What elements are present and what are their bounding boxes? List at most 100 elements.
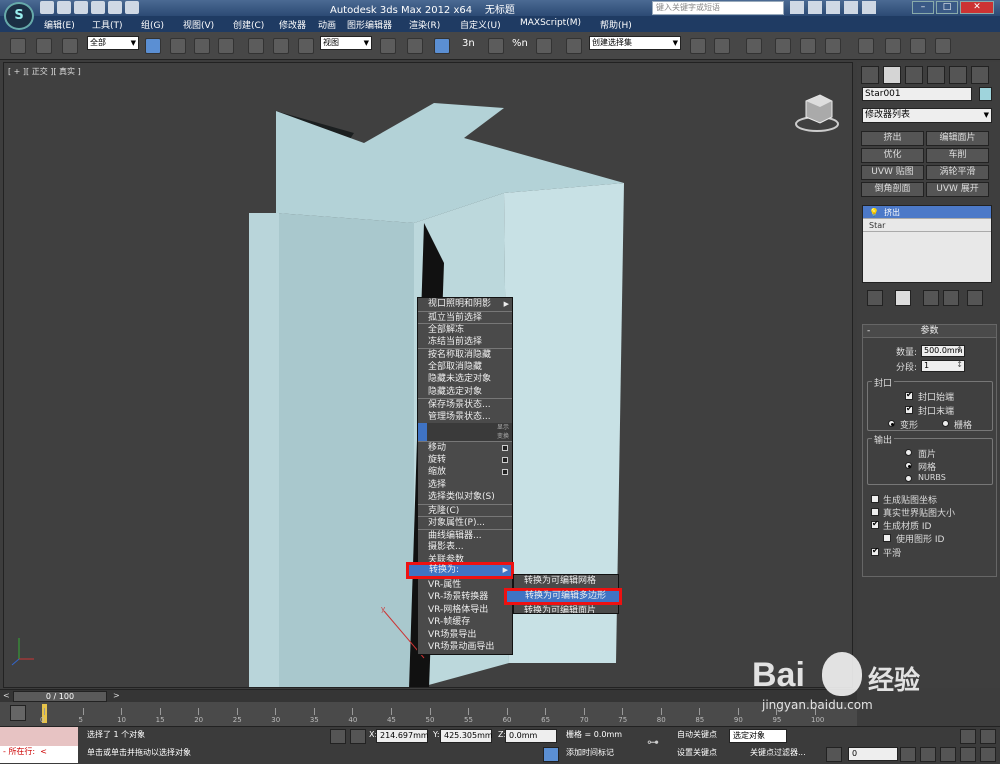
pin-stack-icon[interactable] bbox=[867, 290, 883, 306]
smooth-checkbox[interactable] bbox=[871, 546, 879, 556]
add-time-tag-button[interactable]: 添加时间标记 bbox=[563, 747, 638, 761]
menu-modifiers[interactable]: 修改器 bbox=[279, 18, 306, 31]
gen-map-coords-checkbox[interactable] bbox=[871, 495, 879, 503]
material-editor-icon[interactable] bbox=[858, 38, 874, 54]
search-icon[interactable] bbox=[790, 1, 804, 14]
pan-view-icon[interactable] bbox=[940, 747, 956, 762]
graphite-ribbon-icon[interactable] bbox=[775, 38, 791, 54]
make-unique-icon[interactable] bbox=[923, 290, 939, 306]
quick-access-dropdown-icon[interactable] bbox=[125, 1, 139, 14]
remove-modifier-icon[interactable] bbox=[943, 290, 959, 306]
object-name-field[interactable]: Star001 bbox=[862, 87, 972, 101]
key-filters-button[interactable]: 关键点过滤器... bbox=[747, 747, 822, 761]
motion-tab-icon[interactable] bbox=[927, 66, 945, 84]
zoom-extents-all-icon[interactable] bbox=[980, 729, 996, 744]
mirror-icon[interactable] bbox=[690, 38, 706, 54]
display-tab-icon[interactable] bbox=[949, 66, 967, 84]
submenu-item-editable-poly[interactable]: 转换为可编辑多边形 bbox=[504, 587, 622, 605]
show-end-result-icon[interactable] bbox=[895, 290, 911, 306]
search-input[interactable]: 键入关键字或短语 bbox=[652, 1, 784, 15]
layer-manager-icon[interactable] bbox=[746, 38, 762, 54]
utilities-tab-icon[interactable] bbox=[971, 66, 989, 84]
x-coordinate-field[interactable]: 214.697mm bbox=[376, 729, 429, 743]
y-coordinate-field[interactable]: 425.305mm bbox=[440, 729, 493, 743]
z-coordinate-field[interactable]: 0.0mm bbox=[505, 729, 557, 743]
selection-filter-dropdown[interactable]: 全部 bbox=[87, 36, 139, 50]
time-slider[interactable]: < 0 / 100 > bbox=[0, 689, 857, 702]
output-nurbs-radio[interactable] bbox=[905, 475, 912, 482]
output-patch-radio[interactable] bbox=[905, 449, 912, 456]
modifier-list-dropdown[interactable]: 修改器列表 bbox=[862, 108, 992, 123]
bulb-icon[interactable]: 💡 bbox=[869, 208, 879, 217]
stack-item-star[interactable]: Star bbox=[863, 219, 991, 232]
menu-item-unhide-all[interactable]: 全部取消隐藏 bbox=[418, 361, 512, 374]
menu-item-vr-scene-converter[interactable]: VR-场景转换器 bbox=[418, 591, 512, 604]
selected-object-dropdown[interactable]: 选定对象 bbox=[729, 729, 787, 743]
menu-item-hide-unselected[interactable]: 隐藏未选定对象 bbox=[418, 373, 512, 386]
frame-counter[interactable]: 0 / 100 bbox=[13, 691, 107, 702]
reference-coord-dropdown[interactable]: 视图 bbox=[320, 36, 372, 50]
zoom-icon[interactable] bbox=[920, 747, 936, 762]
rectangular-selection-icon[interactable] bbox=[194, 38, 210, 54]
schematic-view-icon[interactable] bbox=[825, 38, 841, 54]
menu-maxscript[interactable]: MAXScript(M) bbox=[520, 18, 581, 28]
minimize-button[interactable]: – bbox=[912, 1, 934, 14]
modifier-button-bevel-profile[interactable]: 倒角剖面 bbox=[861, 182, 924, 197]
set-key-button[interactable]: 设置关键点 bbox=[674, 747, 729, 761]
favorites-icon[interactable] bbox=[844, 1, 858, 14]
configure-sets-icon[interactable] bbox=[967, 290, 983, 306]
output-mesh-radio[interactable] bbox=[905, 462, 912, 469]
maxscript-listener[interactable] bbox=[0, 727, 78, 746]
time-config-icon[interactable] bbox=[900, 747, 916, 762]
menu-item-freeze-selection[interactable]: 冻结当前选择 bbox=[418, 336, 512, 349]
modifier-button-unwrap-uvw[interactable]: UVW 展开 bbox=[926, 182, 989, 197]
align-icon[interactable] bbox=[714, 38, 730, 54]
menu-item-viewport-lighting[interactable]: 视口照明和阴影 ▶ bbox=[418, 298, 512, 311]
submenu-item-editable-mesh[interactable]: 转换为可编辑网格 bbox=[514, 575, 618, 588]
settings-box-icon[interactable] bbox=[502, 456, 508, 463]
window-crossing-icon[interactable] bbox=[218, 38, 234, 54]
absolute-mode-icon[interactable] bbox=[350, 729, 366, 744]
menu-graph-editors[interactable]: 图形编辑器 bbox=[347, 18, 392, 31]
select-object-icon[interactable] bbox=[145, 38, 161, 54]
submenu-item-editable-patch[interactable]: 转换为可编辑面片 bbox=[514, 605, 618, 613]
app-logo-icon[interactable]: S bbox=[4, 2, 34, 30]
bind-space-warp-icon[interactable] bbox=[62, 38, 78, 54]
menu-item-select[interactable]: 选择 bbox=[418, 479, 512, 492]
current-frame-field[interactable]: 0 bbox=[848, 747, 898, 761]
menu-item-unhide-by-name[interactable]: 按名称取消隐藏 bbox=[418, 348, 512, 361]
stack-item-extrude[interactable]: 💡 挤出 bbox=[863, 206, 991, 219]
open-file-icon[interactable] bbox=[57, 1, 71, 14]
set-key-icon[interactable]: ⊶ bbox=[647, 735, 669, 750]
now-at-field[interactable]: - 所在行: < bbox=[0, 746, 78, 763]
menu-item-dope-sheet[interactable]: 摄影表... bbox=[418, 541, 512, 554]
cap-start-checkbox[interactable] bbox=[905, 390, 913, 400]
menu-item-vr-frame-buffer[interactable]: VR-帧缓存 bbox=[418, 616, 512, 629]
modifier-stack[interactable]: 💡 挤出 Star bbox=[862, 205, 992, 283]
modify-tab-icon[interactable] bbox=[883, 66, 901, 84]
menu-views[interactable]: 视图(V) bbox=[183, 18, 214, 31]
hierarchy-tab-icon[interactable] bbox=[905, 66, 923, 84]
orbit-icon[interactable] bbox=[960, 747, 976, 762]
menu-item-scale[interactable]: 缩放 bbox=[418, 466, 512, 479]
cap-end-checkbox[interactable] bbox=[905, 404, 913, 414]
gen-mat-ids-checkbox[interactable] bbox=[871, 519, 879, 529]
menu-item-save-scene-state[interactable]: 保存场景状态... bbox=[418, 398, 512, 411]
menu-tools[interactable]: 工具(T) bbox=[92, 18, 123, 31]
curve-editor-icon[interactable] bbox=[800, 38, 816, 54]
named-selection-dropdown[interactable]: 创建选择集 bbox=[589, 36, 681, 50]
close-button[interactable]: ✕ bbox=[960, 1, 994, 14]
undo-icon[interactable] bbox=[91, 1, 105, 14]
move-icon[interactable] bbox=[248, 38, 264, 54]
settings-box-icon[interactable] bbox=[502, 469, 508, 475]
scale-icon[interactable] bbox=[298, 38, 314, 54]
time-slider-next-icon[interactable]: > bbox=[113, 691, 120, 700]
menu-item-unfreeze-all[interactable]: 全部解冻 bbox=[418, 323, 512, 336]
modifier-button-extrude[interactable]: 挤出 bbox=[861, 131, 924, 146]
object-color-swatch[interactable] bbox=[979, 87, 992, 101]
unlink-icon[interactable] bbox=[36, 38, 52, 54]
menu-help[interactable]: 帮助(H) bbox=[600, 18, 632, 31]
modifier-button-edit-patch[interactable]: 编辑面片 bbox=[926, 131, 989, 146]
subscription-icon[interactable] bbox=[808, 1, 822, 14]
menu-item-move[interactable]: 移动 bbox=[418, 441, 512, 454]
